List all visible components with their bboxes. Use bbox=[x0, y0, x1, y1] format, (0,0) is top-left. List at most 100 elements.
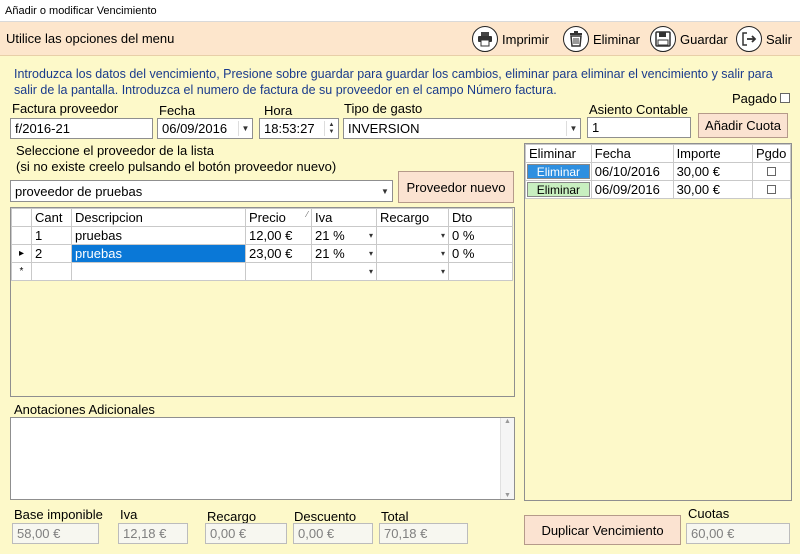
new-row-marker: * bbox=[11, 262, 32, 281]
pgdo-checkbox[interactable] bbox=[767, 167, 776, 176]
proveedor-hint-2: (si no existe creelo pulsando el botón p… bbox=[16, 159, 337, 174]
proveedor-select[interactable]: proveedor de pruebas ▼ bbox=[10, 180, 393, 202]
chevron-down-icon[interactable]: ▾ bbox=[441, 249, 445, 258]
col-pgdo[interactable]: Pgdo bbox=[752, 144, 791, 163]
current-row-marker: ▸ bbox=[11, 244, 32, 263]
col-precio[interactable]: Precio ⁄ bbox=[245, 208, 312, 227]
floppy-disk-icon bbox=[650, 26, 676, 52]
tipo-gasto-value: INVERSION bbox=[348, 121, 420, 136]
asiento-input[interactable]: 1 bbox=[587, 117, 691, 138]
trash-icon bbox=[563, 26, 589, 52]
cell-iva[interactable]: 21 % ▾ bbox=[311, 226, 377, 245]
table-row[interactable]: Eliminar 06/09/2016 30,00 € bbox=[525, 180, 791, 199]
col-recargo[interactable]: Recargo bbox=[376, 208, 449, 227]
lines-table: Cant Descripcion Precio ⁄ Iva Recargo Dto… bbox=[11, 208, 513, 281]
scroll-up-icon[interactable]: ▲ bbox=[501, 418, 514, 425]
proveedor-value: proveedor de pruebas bbox=[15, 183, 143, 199]
cell-dto[interactable]: 0 % bbox=[448, 226, 513, 245]
cell-cant[interactable]: 2 bbox=[31, 244, 72, 263]
pgdo-checkbox[interactable] bbox=[767, 185, 776, 194]
cell-fecha[interactable]: 06/09/2016 bbox=[590, 180, 674, 199]
cell-iva[interactable]: 21 % ▾ bbox=[311, 244, 377, 263]
anotaciones-label: Anotaciones Adicionales bbox=[14, 402, 155, 417]
delete-button-label: Eliminar bbox=[593, 31, 640, 47]
descuento-total-field: 0,00 € bbox=[293, 523, 373, 544]
cuotas-header-row: Eliminar Fecha Importe Pgdo bbox=[525, 144, 791, 163]
exit-button[interactable]: Salir bbox=[736, 25, 792, 53]
chevron-down-icon[interactable]: ▾ bbox=[369, 249, 373, 258]
textarea-scrollbar[interactable]: ▲ ▼ bbox=[500, 418, 514, 499]
cuotas-total-field: 60,00 € bbox=[686, 523, 790, 544]
hora-label: Hora bbox=[264, 103, 293, 118]
menu-hint: Utilice las opciones del menu bbox=[6, 31, 175, 46]
print-button[interactable]: Imprimir bbox=[472, 25, 549, 53]
cuotas-total-label: Cuotas bbox=[688, 506, 730, 521]
scroll-down-icon[interactable]: ▼ bbox=[501, 492, 514, 499]
recargo-total-label: Recargo bbox=[207, 509, 257, 524]
spinner-arrows-icon[interactable]: ▲ ▼ bbox=[324, 121, 338, 136]
lines-header-row: Cant Descripcion Precio ⁄ Iva Recargo Dto bbox=[11, 208, 513, 227]
col-fecha[interactable]: Fecha bbox=[590, 144, 674, 163]
col-dto[interactable]: Dto bbox=[448, 208, 513, 227]
menu-bar: Utilice las opciones del menu Imprimir E… bbox=[0, 22, 800, 56]
factura-label: Factura proveedor bbox=[12, 101, 119, 116]
lines-grid[interactable]: Cant Descripcion Precio ⁄ Iva Recargo Dto… bbox=[10, 207, 515, 397]
cell-precio[interactable]: 23,00 € bbox=[245, 244, 312, 263]
sort-icon: ⁄ bbox=[306, 210, 308, 219]
cell-cant[interactable]: 1 bbox=[31, 226, 72, 245]
table-row[interactable]: ▸ 2 pruebas 23,00 € 21 % ▾ ▾ 0 % bbox=[11, 244, 513, 263]
anotaciones-textarea[interactable]: ▲ ▼ bbox=[10, 417, 515, 500]
tipo-gasto-select[interactable]: INVERSION ▼ bbox=[343, 118, 581, 139]
table-row[interactable]: 1 pruebas 12,00 € 21 % ▾ ▾ 0 % bbox=[11, 226, 513, 245]
cell-importe[interactable]: 30,00 € bbox=[672, 180, 754, 199]
proveedor-nuevo-button[interactable]: Proveedor nuevo bbox=[398, 171, 514, 203]
recargo-total-field: 0,00 € bbox=[205, 523, 287, 544]
cell-importe[interactable]: 30,00 € bbox=[672, 162, 754, 181]
cell-recargo[interactable]: ▾ bbox=[376, 244, 449, 263]
chevron-down-icon[interactable]: ▼ bbox=[378, 183, 392, 199]
col-eliminar[interactable]: Eliminar bbox=[525, 144, 592, 163]
pagado-checkbox[interactable] bbox=[780, 93, 790, 103]
cell-descripcion[interactable]: pruebas bbox=[71, 244, 246, 263]
cell-descripcion[interactable]: pruebas bbox=[71, 226, 246, 245]
delete-button[interactable]: Eliminar bbox=[563, 25, 640, 53]
duplicar-button[interactable]: Duplicar Vencimiento bbox=[524, 515, 681, 545]
col-cant[interactable]: Cant bbox=[31, 208, 72, 227]
col-iva[interactable]: Iva bbox=[311, 208, 377, 227]
cell-recargo[interactable]: ▾ bbox=[376, 226, 449, 245]
cell-precio[interactable]: 12,00 € bbox=[245, 226, 312, 245]
chevron-down-icon[interactable]: ▾ bbox=[441, 231, 445, 240]
print-button-label: Imprimir bbox=[502, 31, 549, 47]
total-field: 70,18 € bbox=[379, 523, 468, 544]
intro-text: Introduzca los datos del vencimiento, Pr… bbox=[14, 67, 773, 97]
save-button[interactable]: Guardar bbox=[650, 25, 728, 53]
fecha-picker[interactable]: 06/09/2016 ▼ bbox=[157, 118, 253, 139]
eliminar-cuota-button[interactable]: Eliminar bbox=[527, 164, 590, 179]
col-importe[interactable]: Importe bbox=[672, 144, 754, 163]
col-descripcion[interactable]: Descripcion bbox=[71, 208, 246, 227]
printer-icon bbox=[472, 26, 498, 52]
base-imponible-label: Base imponible bbox=[14, 507, 103, 522]
iva-total-label: Iva bbox=[120, 507, 138, 522]
table-row[interactable]: Eliminar 06/10/2016 30,00 € bbox=[525, 162, 791, 181]
eliminar-cuota-button[interactable]: Eliminar bbox=[527, 182, 590, 197]
save-button-label: Guardar bbox=[680, 31, 728, 47]
hora-spinner[interactable]: 18:53:27 ▲ ▼ bbox=[259, 118, 339, 139]
cell-dto[interactable]: 0 % bbox=[448, 244, 513, 263]
cell-fecha[interactable]: 06/10/2016 bbox=[590, 162, 674, 181]
asiento-label: Asiento Contable bbox=[589, 102, 689, 117]
chevron-down-icon[interactable]: ▼ bbox=[566, 121, 580, 136]
fecha-value: 06/09/2016 bbox=[162, 121, 228, 136]
chevron-down-icon[interactable]: ▾ bbox=[369, 267, 373, 276]
chevron-down-icon[interactable]: ▾ bbox=[369, 231, 373, 240]
total-label: Total bbox=[381, 509, 409, 524]
add-cuota-button[interactable]: Añadir Cuota bbox=[698, 113, 788, 138]
chevron-down-icon[interactable]: ▼ bbox=[238, 121, 252, 136]
pagado-label: Pagado bbox=[732, 91, 777, 106]
cuotas-grid[interactable]: Eliminar Fecha Importe Pgdo Eliminar 06/… bbox=[524, 143, 792, 501]
exit-button-label: Salir bbox=[766, 31, 793, 47]
new-row[interactable]: * ▾ ▾ bbox=[11, 262, 513, 281]
factura-input[interactable]: f/2016-21 bbox=[10, 118, 153, 139]
chevron-down-icon[interactable]: ▾ bbox=[441, 267, 445, 276]
proveedor-hint-1: Seleccione el proveedor de la lista bbox=[16, 143, 215, 158]
